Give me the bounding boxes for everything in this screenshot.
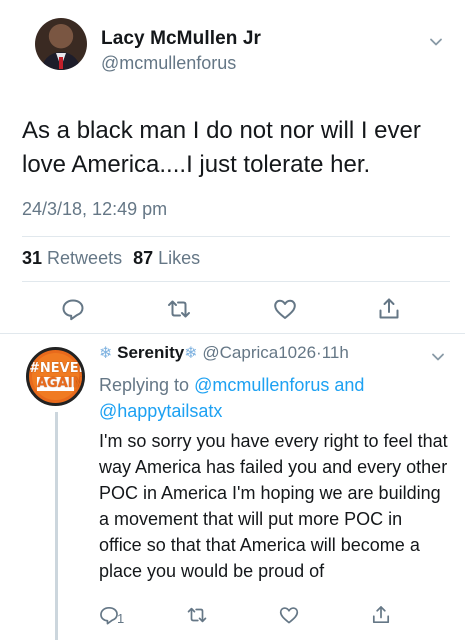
reply-header: ❄ Serenity❄ @Caprica1026·11h bbox=[99, 343, 349, 363]
mention-link[interactable]: @mcmullenforus bbox=[194, 375, 329, 395]
mention-joiner[interactable]: and bbox=[334, 375, 364, 395]
likes-count[interactable]: 87 bbox=[133, 248, 153, 268]
likes-label[interactable]: Likes bbox=[158, 248, 200, 268]
divider bbox=[22, 281, 450, 282]
mention-link[interactable]: @happytailsatx bbox=[99, 401, 222, 421]
reply-count: 1 bbox=[117, 611, 125, 626]
like-icon[interactable] bbox=[278, 604, 300, 626]
retweet-icon[interactable] bbox=[166, 296, 192, 322]
snowflake-icon: ❄ bbox=[184, 345, 198, 362]
snowflake-icon: ❄ bbox=[99, 345, 113, 362]
author-name[interactable]: Serenity bbox=[117, 343, 184, 362]
tweet-timestamp[interactable]: 24/3/18, 12:49 pm bbox=[22, 199, 167, 220]
reply-text: I'm so sorry you have every right to fee… bbox=[99, 431, 448, 581]
main-tweet: Lacy McMullen Jr @mcmullenforus As a bla… bbox=[0, 0, 465, 333]
retweet-icon[interactable] bbox=[186, 604, 208, 626]
replying-to: Replying to @mcmullenforus and @happytai… bbox=[99, 372, 449, 424]
tweet-stats: 31 Retweets 87 Likes bbox=[22, 248, 200, 269]
replying-prefix: Replying to bbox=[99, 375, 190, 395]
avatar-text: #NEVER bbox=[29, 361, 85, 376]
divider bbox=[22, 236, 450, 237]
retweets-count[interactable]: 31 bbox=[22, 248, 42, 268]
chevron-down-icon[interactable] bbox=[429, 35, 443, 49]
author-handle[interactable]: @mcmullenforus bbox=[101, 53, 236, 74]
reply-icon[interactable] bbox=[60, 296, 86, 322]
author-name[interactable]: Lacy McMullen Jr bbox=[101, 28, 261, 50]
share-icon[interactable] bbox=[376, 296, 402, 322]
author-handle[interactable]: @Caprica1026 bbox=[202, 343, 316, 362]
chevron-down-icon[interactable] bbox=[431, 350, 445, 364]
reply-time[interactable]: 11h bbox=[322, 343, 349, 362]
share-icon[interactable] bbox=[370, 604, 392, 626]
avatar[interactable]: #NEVER AGAIN bbox=[26, 347, 85, 406]
retweets-label[interactable]: Retweets bbox=[47, 248, 122, 268]
avatar[interactable] bbox=[35, 18, 87, 70]
thread-line bbox=[55, 412, 58, 640]
tweet-text: As a black man I do not nor will I ever … bbox=[22, 117, 421, 178]
like-icon[interactable] bbox=[272, 296, 298, 322]
avatar-text: AGAIN bbox=[37, 376, 84, 391]
